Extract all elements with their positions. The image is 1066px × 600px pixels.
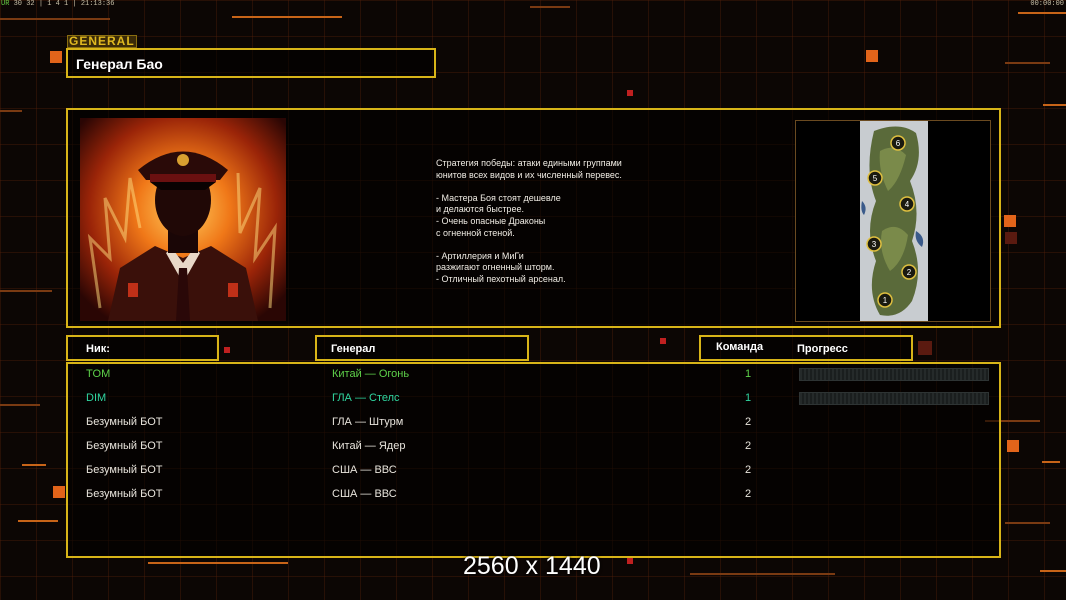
general-title-box: Генерал Бао bbox=[66, 48, 436, 78]
decor-line bbox=[1005, 522, 1050, 524]
general-category-tag: GENERAL bbox=[67, 35, 137, 48]
start-position-4: 4 bbox=[905, 200, 910, 209]
player-nick: Безумный БОТ bbox=[86, 464, 163, 476]
decor-line bbox=[22, 464, 46, 466]
decor-line bbox=[690, 573, 835, 575]
start-position-3: 3 bbox=[872, 240, 877, 249]
start-position-2: 2 bbox=[907, 268, 912, 277]
decor-line bbox=[530, 6, 570, 8]
player-general: США — ВВС bbox=[332, 464, 397, 476]
decor-line bbox=[1040, 570, 1066, 572]
decor-line bbox=[1043, 104, 1066, 106]
player-team: 2 bbox=[744, 464, 752, 476]
column-team-label: Команда bbox=[716, 341, 764, 353]
column-header-team: Команда Прогресс bbox=[699, 335, 913, 361]
decor-line bbox=[1005, 62, 1050, 64]
player-nick: TOM bbox=[86, 368, 111, 380]
column-general-label: Генерал bbox=[331, 343, 376, 355]
player-row: Безумный БОТ ГЛА — Штурм 2 bbox=[68, 412, 999, 436]
player-general: Китай — Огонь bbox=[332, 368, 410, 380]
decor-square bbox=[866, 50, 878, 62]
player-general: США — ВВС bbox=[332, 488, 397, 500]
general-portrait-art bbox=[80, 118, 286, 321]
decor-square bbox=[1004, 215, 1016, 227]
player-progress-bar bbox=[799, 392, 989, 405]
player-general: Китай — Ядер bbox=[332, 440, 406, 452]
player-row: Безумный БОТ США — ВВС 2 bbox=[68, 460, 999, 484]
player-general: ГЛА — Штурм bbox=[332, 416, 404, 428]
decor-square bbox=[918, 341, 932, 355]
player-team: 2 bbox=[744, 440, 752, 452]
decor-line bbox=[232, 16, 342, 18]
player-general: ГЛА — Стелс bbox=[332, 392, 400, 404]
general-description: Стратегия победы: атаки едиными группами… bbox=[436, 158, 622, 284]
player-nick: Безумный БОТ bbox=[86, 440, 163, 452]
start-position-6: 6 bbox=[896, 139, 901, 148]
player-team: 1 bbox=[744, 368, 752, 380]
player-row: TOM Китай — Огонь 1 bbox=[68, 364, 999, 388]
player-team: 2 bbox=[744, 416, 752, 428]
players-list: TOM Китай — Огонь 1 DIM ГЛА — Стелс 1 Бе… bbox=[66, 362, 1001, 558]
general-name: Генерал Бао bbox=[76, 56, 163, 72]
player-team: 1 bbox=[744, 392, 752, 404]
decor-square bbox=[627, 90, 633, 96]
decor-square bbox=[660, 338, 666, 344]
decor-square bbox=[53, 486, 65, 498]
player-team: 2 bbox=[744, 488, 752, 500]
decor-line bbox=[0, 18, 110, 20]
start-position-1: 1 bbox=[883, 296, 888, 305]
hud-clock: 00:00:00 bbox=[1030, 0, 1064, 8]
player-nick: Безумный БОТ bbox=[86, 416, 163, 428]
player-progress-bar bbox=[799, 368, 989, 381]
decor-square bbox=[627, 558, 633, 564]
player-row: DIM ГЛА — Стелс 1 bbox=[68, 388, 999, 412]
column-progress-label: Прогресс bbox=[797, 343, 848, 355]
decor-line bbox=[1018, 12, 1066, 14]
player-nick: Безумный БОТ bbox=[86, 488, 163, 500]
general-info-panel: Стратегия победы: атаки едиными группами… bbox=[66, 108, 1001, 328]
decor-line bbox=[148, 562, 288, 564]
hud-stats-label: UR bbox=[1, 0, 10, 8]
hud-stats: UR 30 32 | 1 4 1 | 21:13:36 bbox=[1, 0, 114, 8]
decor-square bbox=[224, 347, 230, 353]
column-nick-label: Ник: bbox=[86, 343, 110, 355]
decor-line bbox=[1042, 461, 1060, 463]
decor-line bbox=[0, 110, 22, 112]
decor-square bbox=[50, 51, 62, 63]
player-row: Безумный БОТ Китай — Ядер 2 bbox=[68, 436, 999, 460]
hud-stats-values: 30 32 | 1 4 1 | 21:13:36 bbox=[13, 0, 115, 8]
minimap: 6 5 4 3 2 1 bbox=[860, 121, 928, 321]
column-header-nick: Ник: bbox=[66, 335, 219, 361]
column-header-general: Генерал bbox=[315, 335, 529, 361]
minimap-frame: 6 5 4 3 2 1 bbox=[795, 120, 991, 322]
start-position-5: 5 bbox=[873, 174, 878, 183]
general-portrait bbox=[80, 118, 286, 321]
resolution-overlay: 2560 x 1440 bbox=[463, 552, 601, 580]
decor-line bbox=[0, 290, 52, 292]
player-nick: DIM bbox=[86, 392, 107, 404]
decor-square bbox=[1007, 440, 1019, 452]
player-row: Безумный БОТ США — ВВС 2 bbox=[68, 484, 999, 508]
decor-line bbox=[18, 520, 58, 522]
decor-line bbox=[0, 404, 40, 406]
decor-square bbox=[1005, 232, 1017, 244]
